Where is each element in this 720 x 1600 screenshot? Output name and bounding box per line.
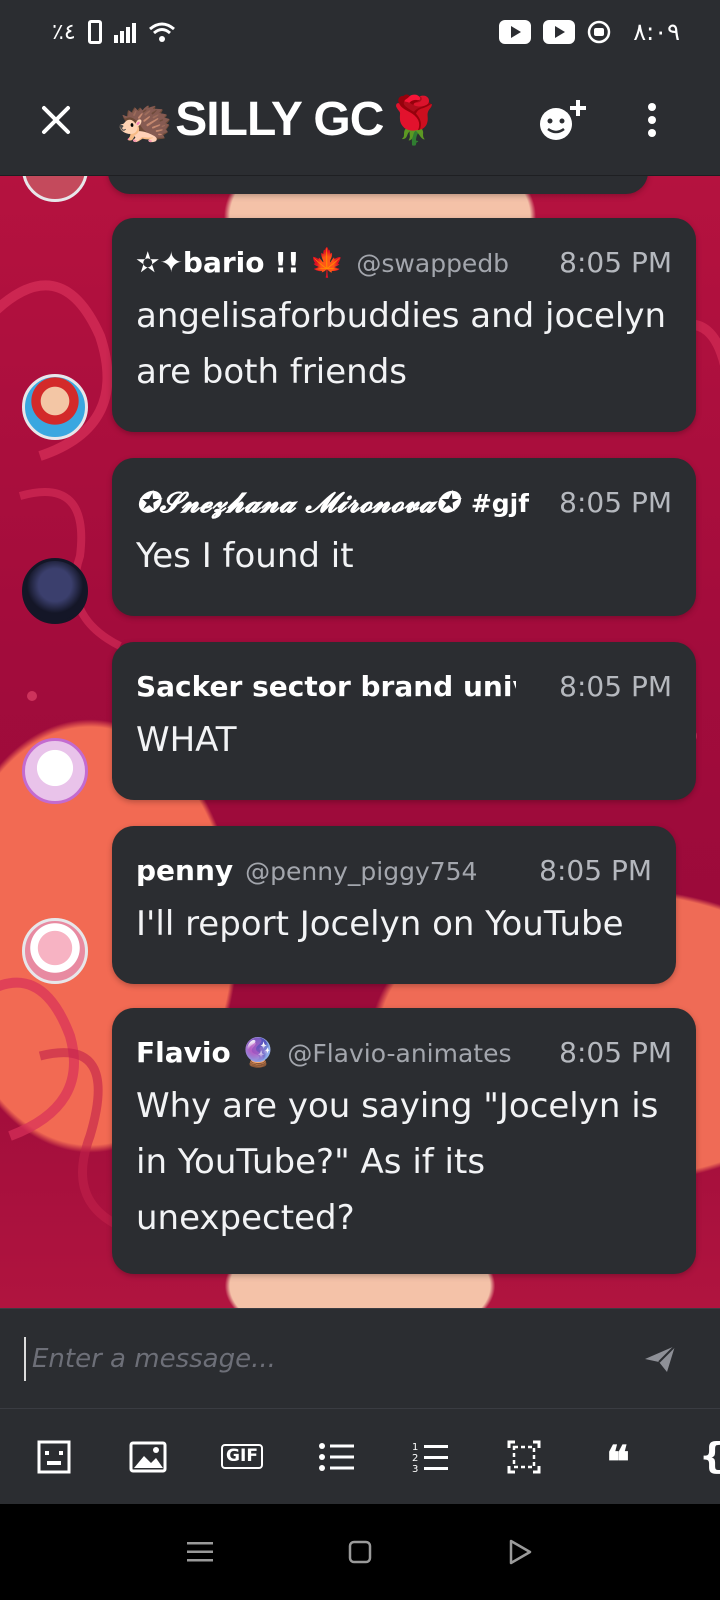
message-handle: #gjf: [470, 489, 530, 518]
message-text: WHAT: [136, 720, 237, 760]
gif-icon: GIF: [221, 1444, 263, 1469]
add-member-button[interactable]: [532, 88, 596, 152]
numbered-list-icon: 123: [412, 1442, 448, 1473]
message-timestamp: 8:05 PM: [559, 1036, 672, 1069]
page-title[interactable]: 🦔 SILLY GC 🌹: [116, 92, 532, 147]
message-author[interactable]: penny: [136, 854, 233, 887]
message-composer: [0, 1308, 720, 1408]
chat-header: 🦔 SILLY GC 🌹: [0, 64, 720, 176]
clock: ٨:٠٩: [633, 18, 680, 46]
more-options-button[interactable]: [632, 88, 672, 152]
menu-icon: [187, 1542, 213, 1562]
message-bubble[interactable]: penny @penny_piggy754 8:05 PM I'll repor…: [112, 826, 676, 984]
message-author[interactable]: ✪𝓢𝓷𝓮𝔃𝓱𝓪𝓷𝓪 𝓜𝓲𝓻𝓸𝓷𝓸𝓿𝓪✪: [136, 486, 459, 520]
spoiler-button[interactable]: [500, 1433, 548, 1481]
message-list[interactable]: ✫✦bario !! 🍁 @swappedb 8:05 PM angelisaf…: [0, 176, 720, 1308]
message-bubble[interactable]: Sacker sector brand univ 8:05 PM WHAT: [112, 642, 696, 800]
avatar[interactable]: [22, 918, 88, 984]
svg-text:2: 2: [412, 1453, 418, 1464]
image-icon: [129, 1441, 167, 1472]
close-button[interactable]: [28, 92, 84, 148]
kebab-menu-icon: [648, 102, 656, 137]
sticker-icon: [37, 1440, 71, 1473]
message-header: ✫✦bario !! 🍁 @swappedb 8:05 PM: [136, 246, 672, 286]
spoiler-icon: [507, 1440, 541, 1473]
avatar[interactable]: [22, 374, 88, 440]
message-text: Why are you saying "Jocelyn is in YouTub…: [136, 1086, 659, 1238]
record-icon: [587, 20, 611, 44]
message-timestamp: 8:05 PM: [559, 486, 672, 519]
message-text: Yes I found it: [136, 536, 354, 576]
numbered-list-button[interactable]: 123: [406, 1433, 454, 1481]
rose-emoji: 🌹: [385, 92, 443, 147]
youtube-notification-icon: [499, 20, 532, 44]
formatting-toolbar: GIF 123 ❝ {: [0, 1408, 720, 1504]
message-handle: @Flavio-animates: [287, 1039, 512, 1068]
quote-button[interactable]: ❝: [594, 1433, 642, 1484]
message-header: penny @penny_piggy754 8:05 PM: [136, 854, 652, 894]
gif-button[interactable]: GIF: [218, 1433, 266, 1481]
svg-text:1: 1: [412, 1442, 418, 1453]
message-timestamp: 8:05 PM: [559, 246, 672, 279]
message-author[interactable]: Sacker sector brand univ: [136, 670, 516, 703]
code-button[interactable]: {: [688, 1433, 720, 1481]
status-right: ٨:٠٩: [499, 18, 680, 46]
message-bubble[interactable]: ✪𝓢𝓷𝓮𝔃𝓱𝓪𝓷𝓪 𝓜𝓲𝓻𝓸𝓷𝓸𝓿𝓪✪ #gjf 8:05 PM Yes I f…: [112, 458, 696, 616]
youtube-notification-icon: [543, 20, 576, 44]
avatar[interactable]: [22, 558, 88, 624]
code-icon: {: [699, 1436, 720, 1477]
recent-apps-button[interactable]: [170, 1522, 230, 1582]
send-icon: [645, 1344, 676, 1372]
back-button[interactable]: [490, 1522, 550, 1582]
close-icon: [42, 105, 70, 134]
quote-icon: ❝: [606, 1436, 630, 1488]
message-bubble[interactable]: Flavio 🔮 @Flavio-animates 8:05 PM Why ar…: [112, 1008, 696, 1274]
message-timestamp: 8:05 PM: [559, 670, 672, 703]
avatar[interactable]: [22, 738, 88, 804]
message-author[interactable]: Flavio 🔮: [136, 1036, 275, 1069]
back-triangle-icon: [509, 1539, 532, 1565]
add-person-icon: [540, 99, 586, 140]
message-text: angelisaforbuddies and jocelyn are both …: [136, 296, 667, 392]
wifi-icon: [148, 21, 176, 43]
bullet-list-button[interactable]: [312, 1433, 360, 1481]
message-header: Flavio 🔮 @Flavio-animates 8:05 PM: [136, 1036, 672, 1076]
message-input[interactable]: [26, 1328, 630, 1389]
message-header: Sacker sector brand univ 8:05 PM: [136, 670, 672, 710]
status-left: ٪٤: [52, 20, 176, 45]
message-bubble[interactable]: ✫✦bario !! 🍁 @swappedb 8:05 PM angelisaf…: [112, 218, 696, 432]
message-author[interactable]: ✫✦bario !! 🍁: [136, 246, 344, 279]
message-bubble-partial[interactable]: [108, 176, 648, 194]
message-handle: @swappedb: [356, 249, 510, 278]
svg-text:3: 3: [412, 1464, 418, 1473]
signal-icon: [113, 21, 136, 43]
chat-title: SILLY GC: [175, 93, 384, 146]
battery-icon: [87, 20, 102, 44]
home-square-icon: [348, 1540, 372, 1564]
message-handle: @penny_piggy754: [245, 857, 478, 886]
bullet-list-icon: [319, 1442, 354, 1471]
message-header: ✪𝓢𝓷𝓮𝔃𝓱𝓪𝓷𝓪 𝓜𝓲𝓻𝓸𝓷𝓸𝓿𝓪✪ #gjf 8:05 PM: [136, 486, 672, 526]
image-button[interactable]: [124, 1433, 172, 1481]
message-timestamp: 8:05 PM: [539, 854, 652, 887]
send-button[interactable]: [630, 1329, 690, 1389]
message-text: I'll report Jocelyn on YouTube: [136, 904, 624, 944]
sticker-button[interactable]: [30, 1433, 78, 1481]
hedgehog-emoji: 🦔: [116, 92, 174, 147]
battery-percent: ٪٤: [52, 19, 76, 45]
status-bar: ٪٤ ٨:٠٩: [0, 0, 720, 64]
home-button[interactable]: [330, 1522, 390, 1582]
system-navigation-bar: [0, 1504, 720, 1600]
